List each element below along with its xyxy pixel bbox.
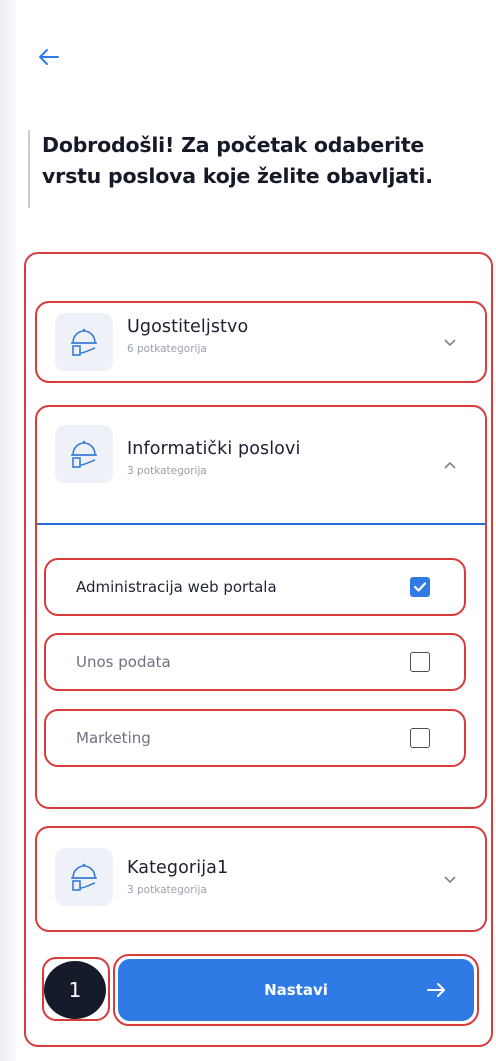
next-button[interactable]: Nastavi <box>113 954 479 1026</box>
category-header[interactable]: Ugostiteljstvo 6 potkategorija <box>37 303 485 381</box>
subcategory-item[interactable]: Marketing <box>44 709 466 767</box>
subcategory-label: Administracija web portala <box>76 578 277 596</box>
check-icon <box>413 582 427 592</box>
selection-counter: 1 <box>42 957 110 1021</box>
chef-hat-icon <box>55 425 113 483</box>
next-button-label: Nastavi <box>264 981 328 999</box>
subcategory-label: Marketing <box>76 729 151 747</box>
chevron-down-icon[interactable] <box>441 333 459 351</box>
chevron-down-icon[interactable] <box>441 870 459 888</box>
category-title: Informatički poslovi <box>127 439 301 459</box>
category-subcount: 3 potkategorija <box>127 884 207 896</box>
checkbox-unchecked[interactable] <box>410 728 430 748</box>
chef-hat-icon <box>55 313 113 371</box>
back-button[interactable] <box>38 42 72 72</box>
category-header[interactable]: Informatički poslovi 3 potkategorija <box>37 407 485 527</box>
subcategory-label: Unos podata <box>76 653 171 671</box>
subcategory-item[interactable]: Unos podata <box>44 633 466 691</box>
category-subcount: 6 potkategorija <box>127 343 207 355</box>
checkbox-unchecked[interactable] <box>410 652 430 672</box>
chevron-up-icon[interactable] <box>441 457 459 475</box>
category-title: Kategorija1 <box>127 858 229 878</box>
arrow-left-icon <box>39 49 59 65</box>
category-subcount: 3 potkategorija <box>127 465 207 477</box>
category-title: Ugostiteljstvo <box>127 317 249 337</box>
next-button-fill: Nastavi <box>118 959 474 1021</box>
category-card-kategorija1[interactable]: Kategorija1 3 potkategorija <box>35 826 487 932</box>
category-card-ugostiteljstvo[interactable]: Ugostiteljstvo 6 potkategorija <box>35 301 487 383</box>
page-title: Dobrodošli! Za početak odaberite vrstu p… <box>42 133 433 188</box>
left-edge-shadow <box>0 0 18 1061</box>
welcome-header: Dobrodošli! Za početak odaberite vrstu p… <box>28 130 478 208</box>
checkbox-checked[interactable] <box>410 577 430 597</box>
counter-badge: 1 <box>44 961 106 1019</box>
section-divider <box>37 523 485 525</box>
category-header[interactable]: Kategorija1 3 potkategorija <box>37 828 485 930</box>
subcategory-item[interactable]: Administracija web portala <box>44 558 466 616</box>
chef-hat-icon <box>55 848 113 906</box>
arrow-right-icon <box>427 983 445 997</box>
